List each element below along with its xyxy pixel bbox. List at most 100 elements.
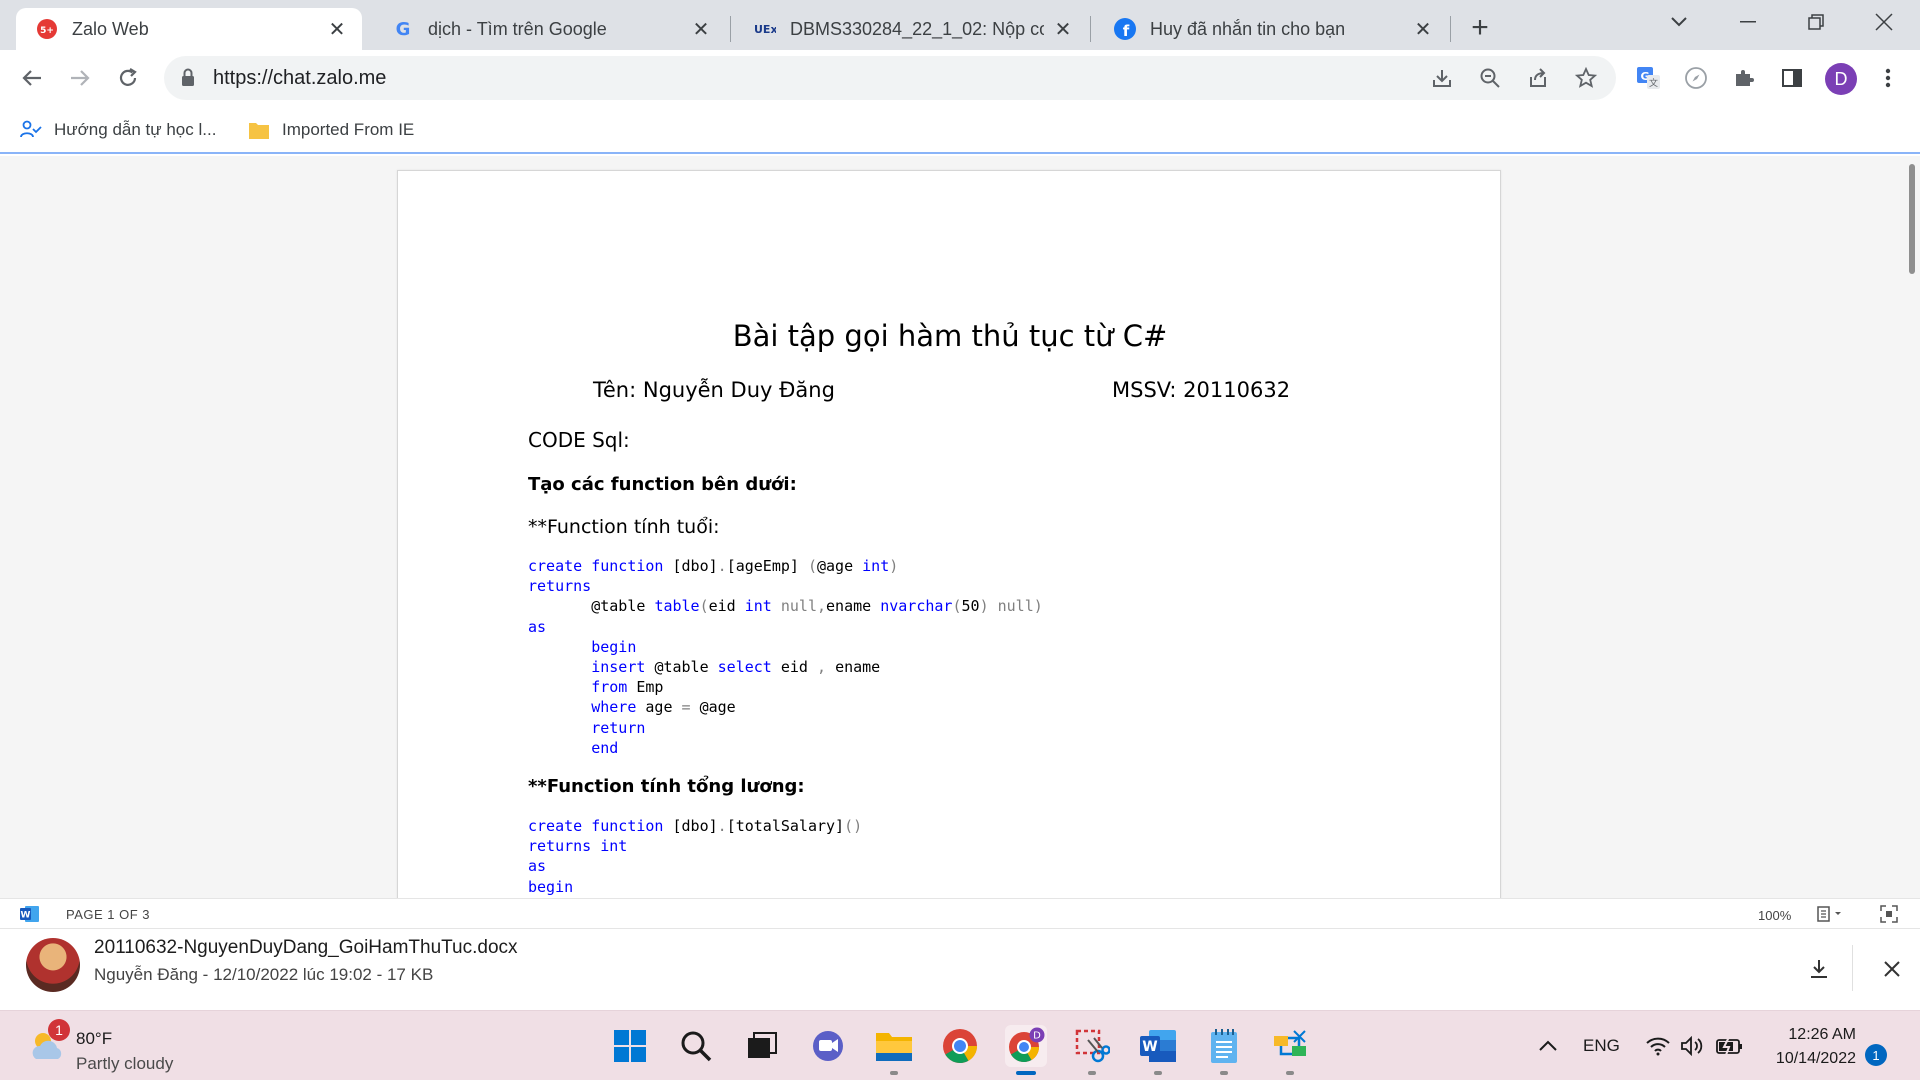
- code-line: return: [591, 718, 646, 737]
- profile-avatar[interactable]: D: [1825, 63, 1857, 95]
- bookmark-star-icon[interactable]: [1572, 64, 1600, 92]
- fullscreen-icon[interactable]: [1880, 905, 1898, 926]
- chrome-icon[interactable]: [939, 1025, 981, 1067]
- bookmark-item[interactable]: Hướng dẫn tự học l...: [20, 116, 216, 144]
- share-icon[interactable]: [1524, 64, 1552, 92]
- teams-chat-icon[interactable]: [807, 1025, 849, 1067]
- file-name: 20110632-NguyenDuyDang_GoiHamThuTuc.docx: [94, 937, 518, 958]
- chrome-profile-icon[interactable]: D: [1005, 1025, 1047, 1075]
- side-panel-icon[interactable]: [1772, 58, 1812, 98]
- running-indicator: [1286, 1071, 1294, 1075]
- tab-google-search[interactable]: G dịch - Tìm trên Google ✕: [372, 8, 726, 50]
- word-icon[interactable]: W: [1137, 1025, 1179, 1075]
- notification-badge[interactable]: 1: [1865, 1044, 1887, 1066]
- restore-icon[interactable]: [1784, 0, 1848, 44]
- bookmark-folder[interactable]: Imported From IE: [248, 116, 414, 144]
- download-button[interactable]: [1803, 953, 1835, 985]
- search-icon[interactable]: [675, 1025, 717, 1067]
- language-indicator[interactable]: ENG: [1583, 1011, 1620, 1080]
- weather-temp: 80°F: [76, 1029, 113, 1048]
- document-viewer: Bài tập gọi hàm thủ tục từ C# Tên: Nguyễ…: [0, 156, 1920, 898]
- tab-facebook[interactable]: f Huy đã nhắn tin cho bạn ✕: [1094, 8, 1448, 50]
- bookmark-label: Hướng dẫn tự học l...: [54, 120, 217, 139]
- reload-button[interactable]: [108, 58, 148, 98]
- google-icon: G: [392, 18, 414, 40]
- close-window-icon[interactable]: [1852, 0, 1916, 44]
- function1-code-block: create function [dbo].[ageEmp] (@age int…: [528, 556, 1043, 758]
- code-line: as: [528, 857, 547, 876]
- close-preview-button[interactable]: [1876, 953, 1908, 985]
- compass-extension-icon[interactable]: [1676, 58, 1716, 98]
- minimize-icon[interactable]: [1716, 0, 1780, 44]
- install-app-icon[interactable]: [1428, 64, 1456, 92]
- close-tab-icon[interactable]: ✕: [326, 18, 348, 41]
- extensions-puzzle-icon[interactable]: [1724, 58, 1764, 98]
- tab-search-chevron-icon[interactable]: [1647, 0, 1711, 44]
- taskbar: 1 80°F Partly cloudy D W ENG 12:26 AM 10…: [0, 1010, 1920, 1080]
- tab-title: Huy đã nhắn tin cho bạn: [1150, 18, 1346, 39]
- google-translate-icon[interactable]: G文: [1628, 58, 1668, 98]
- function2-heading: **Function tính tổng lương:: [528, 776, 805, 797]
- viewer-status-bar: W PAGE 1 OF 3 100%: [0, 898, 1920, 928]
- notepad-icon[interactable]: [1203, 1025, 1245, 1075]
- document-title: Bài tập gọi hàm thủ tục từ C#: [732, 319, 1168, 353]
- start-icon[interactable]: [609, 1025, 651, 1067]
- file-explorer-icon[interactable]: [873, 1025, 915, 1075]
- svg-text:W: W: [21, 911, 31, 921]
- code-line: returns int: [528, 837, 628, 856]
- running-indicator: [1154, 1071, 1162, 1075]
- clock-date: 10/14/2022: [1775, 1050, 1856, 1067]
- zoom-level[interactable]: 100%: [1758, 908, 1791, 923]
- view-mode-icon[interactable]: [1816, 905, 1846, 926]
- more-menu-icon[interactable]: [1868, 58, 1908, 98]
- page-indicator: PAGE 1 OF 3: [66, 907, 151, 922]
- tab-divider: [730, 16, 731, 42]
- back-button[interactable]: [12, 58, 52, 98]
- word-doc-icon: W: [20, 905, 40, 926]
- zoom-out-icon[interactable]: [1476, 64, 1504, 92]
- address-bar[interactable]: https://chat.zalo.me: [164, 56, 1616, 100]
- divider: [1852, 945, 1853, 991]
- network-tool-icon[interactable]: [1269, 1025, 1311, 1075]
- snipping-tool-icon[interactable]: [1071, 1025, 1113, 1075]
- tab-divider: [1450, 16, 1451, 42]
- tab-title: DBMS330284_22_1_02: Nộp code: [790, 18, 1044, 39]
- scrollbar-thumb[interactable]: [1909, 164, 1915, 274]
- battery-charging-icon[interactable]: [1716, 1011, 1744, 1080]
- lock-icon[interactable]: [180, 67, 196, 92]
- show-hidden-icons-chevron[interactable]: [1538, 1011, 1558, 1080]
- browser-toolbar: https://chat.zalo.me G文 D: [0, 50, 1920, 106]
- svg-text:5+: 5+: [40, 26, 54, 36]
- code-line: end: [591, 738, 619, 757]
- clock[interactable]: 12:26 AM 10/14/2022: [1766, 1023, 1856, 1071]
- tab-strip: 5+ Zalo Web ✕ G dịch - Tìm trên Google ✕…: [0, 0, 1920, 50]
- tab-dbms-submit[interactable]: UEx DBMS330284_22_1_02: Nộp code ✕: [734, 8, 1088, 50]
- bookmark-label: Imported From IE: [282, 120, 415, 139]
- tab-title: Zalo Web: [72, 18, 149, 39]
- url-text: https://chat.zalo.me: [213, 67, 387, 89]
- code-line: create function [dbo].[ageEmp] (@age int…: [528, 557, 899, 575]
- weather-badge: 1: [48, 1019, 70, 1041]
- new-tab-button[interactable]: +: [1462, 10, 1498, 46]
- close-tab-icon[interactable]: ✕: [690, 18, 712, 41]
- people-icon: [20, 119, 42, 141]
- document-page: Bài tập gọi hàm thủ tục từ C# Tên: Nguyễ…: [397, 170, 1501, 898]
- close-tab-icon[interactable]: ✕: [1412, 18, 1434, 41]
- tab-title: dịch - Tìm trên Google: [428, 18, 607, 39]
- running-indicator: [1220, 1071, 1228, 1075]
- viewer-scrollbar[interactable]: [1904, 156, 1920, 898]
- code-line: begin: [591, 637, 637, 656]
- code-line: returns: [528, 577, 592, 596]
- volume-icon[interactable]: [1680, 1011, 1704, 1080]
- wifi-icon[interactable]: [1646, 1011, 1670, 1080]
- weather-widget[interactable]: 1 80°F Partly cloudy: [28, 1019, 188, 1073]
- file-info-bar: 20110632-NguyenDuyDang_GoiHamThuTuc.docx…: [0, 928, 1920, 1008]
- forward-button[interactable]: [60, 58, 100, 98]
- facebook-icon: f: [1114, 18, 1136, 40]
- task-view-icon[interactable]: [741, 1025, 783, 1067]
- close-tab-icon[interactable]: ✕: [1052, 18, 1074, 41]
- svg-text:f: f: [1123, 22, 1130, 40]
- file-meta: Nguyễn Đăng - 12/10/2022 lúc 19:02 - 17 …: [94, 965, 434, 984]
- tab-zalo-web[interactable]: 5+ Zalo Web ✕: [16, 8, 362, 50]
- svg-text:UEx: UEx: [754, 23, 776, 36]
